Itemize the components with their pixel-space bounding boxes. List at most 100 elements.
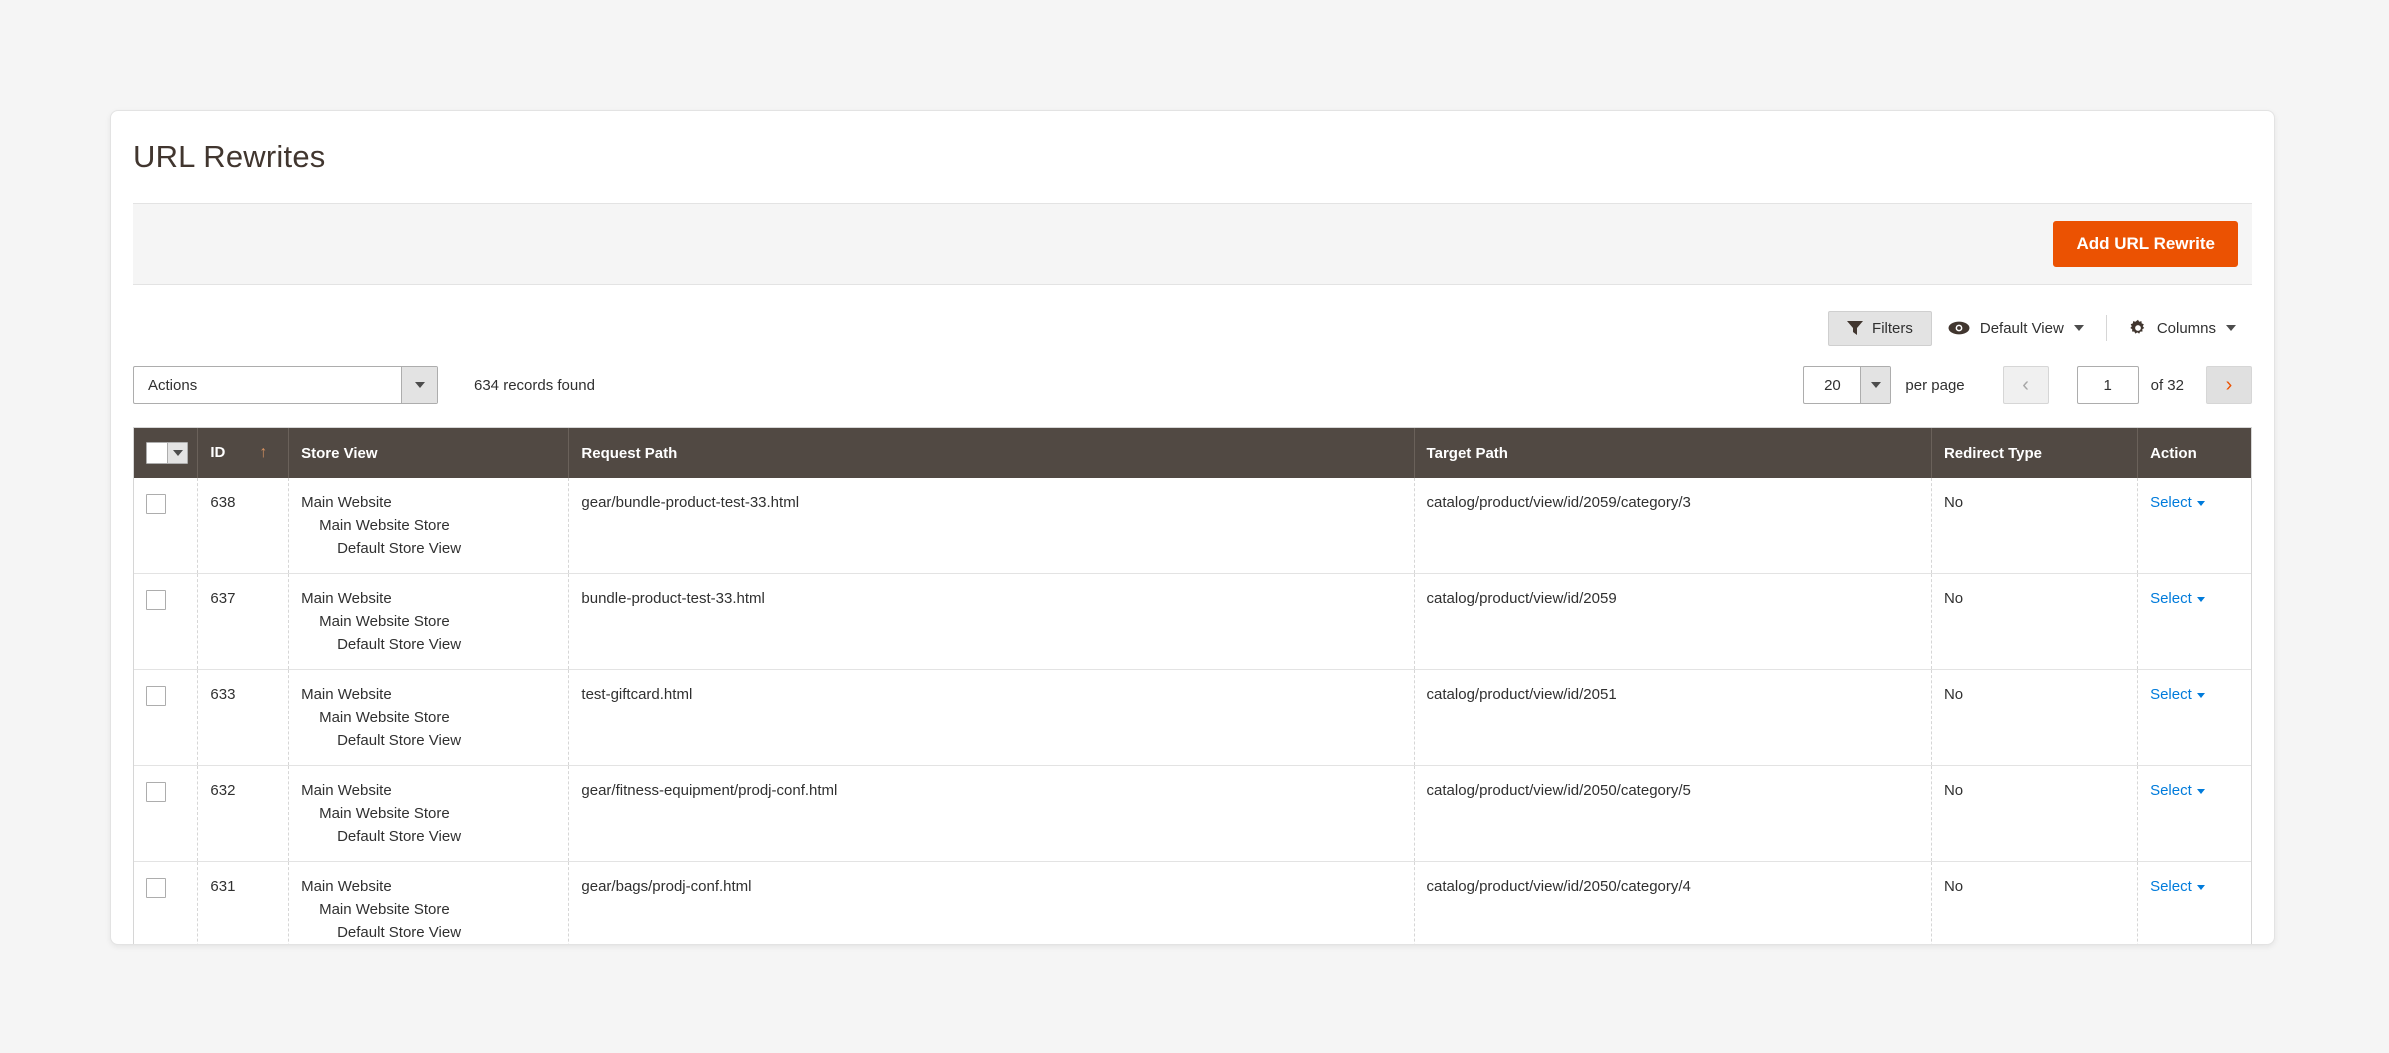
row-select-link[interactable]: Select: [2150, 782, 2205, 799]
chevron-down-icon: [2196, 692, 2205, 698]
row-select-link[interactable]: Select: [2150, 686, 2205, 703]
chevron-down-icon: [2226, 325, 2236, 331]
row-checkbox-cell[interactable]: [134, 478, 199, 574]
records-found-text: 634 records found: [474, 376, 595, 394]
columns-label: Columns: [2156, 319, 2216, 337]
cell-redirect-type: No: [1931, 861, 2139, 944]
cell-id: 631: [197, 861, 290, 944]
column-header-target-path[interactable]: Target Path: [1414, 428, 1932, 478]
column-header-request-path[interactable]: Request Path: [568, 428, 1415, 478]
chevron-down-icon: [2196, 788, 2205, 794]
row-checkbox-cell[interactable]: [134, 861, 199, 944]
row-checkbox[interactable]: [146, 782, 166, 802]
chevron-down-icon: [2196, 500, 2205, 506]
row-select-link[interactable]: Select: [2150, 494, 2205, 511]
row-checkbox[interactable]: [146, 686, 166, 706]
cell-action[interactable]: Select: [2138, 862, 2251, 945]
cell-target-path: catalog/product/view/id/2059/category/3: [1414, 478, 1932, 574]
column-header-id[interactable]: ID ↑: [197, 428, 290, 478]
row-select-label: Select: [2150, 782, 2192, 799]
column-header-store-view[interactable]: Store View: [288, 428, 570, 478]
store-website: Main Website: [301, 686, 392, 703]
grid-toolbar: Filters Default View Columns: [133, 310, 2252, 346]
select-all-dropdown-arrow[interactable]: [167, 443, 187, 463]
cell-store-view: Main Website Main Website Store Default St…: [288, 861, 570, 944]
store-view-name: Default Store View: [337, 540, 462, 557]
row-checkbox[interactable]: [146, 494, 166, 514]
cell-action[interactable]: Select: [2138, 766, 2251, 862]
per-page-dropdown[interactable]: 20: [1803, 366, 1892, 404]
next-page-button[interactable]: ›: [2206, 366, 2252, 404]
select-all-control[interactable]: [146, 442, 188, 464]
url-rewrites-card: URL Rewrites Add URL Rewrite Filters Def…: [110, 110, 2275, 945]
cell-target-path: catalog/product/view/id/2051: [1414, 669, 1932, 766]
cell-request-path: gear/bags/prodj-conf.html: [568, 861, 1415, 944]
actions-dropdown-arrow[interactable]: [401, 367, 437, 403]
column-header-checkbox[interactable]: [134, 428, 199, 478]
default-view-dropdown[interactable]: Default View: [1932, 312, 2100, 345]
pagination-group: 20 per page ‹ of 32 ›: [1803, 366, 2252, 404]
cell-redirect-type: No: [1931, 478, 2139, 574]
chevron-down-icon: [2073, 325, 2084, 331]
cell-store-view: Main Website Main Website Store Default St…: [288, 765, 570, 862]
store-website: Main Website: [301, 494, 392, 511]
table-row[interactable]: 637 Main Website Main Website Store Default…: [134, 573, 2251, 670]
total-pages-label: of 32: [2150, 376, 2184, 394]
cell-store-view: Main Website Main Website Store Default St…: [288, 478, 570, 574]
funnel-icon: [1847, 321, 1864, 335]
cell-id: 637: [197, 573, 290, 670]
cell-id: 638: [197, 478, 290, 574]
row-checkbox[interactable]: [146, 590, 166, 610]
actions-dropdown[interactable]: Actions: [133, 366, 438, 404]
pager: ‹ of 32 ›: [2002, 366, 2252, 404]
per-page-dropdown-arrow[interactable]: [1860, 367, 1891, 403]
cell-action[interactable]: Select: [2138, 574, 2251, 670]
column-header-id-label: ID: [210, 444, 226, 461]
column-header-redirect-type[interactable]: Redirect Type: [1931, 428, 2139, 478]
sort-ascending-icon: ↑: [259, 444, 268, 461]
gear-icon: [2129, 319, 2147, 337]
store-website: Main Website: [301, 878, 392, 895]
store-website: Main Website: [301, 590, 392, 607]
previous-page-button[interactable]: ‹: [2002, 366, 2049, 404]
cell-redirect-type: No: [1931, 669, 2139, 766]
filters-button[interactable]: Filters: [1828, 310, 1932, 346]
cell-action[interactable]: Select: [2138, 478, 2251, 574]
toolbar-divider: [2105, 315, 2107, 341]
table-row[interactable]: 633 Main Website Main Website Store Default…: [134, 669, 2251, 766]
cell-target-path: catalog/product/view/id/2050/category/5: [1414, 765, 1932, 862]
select-all-checkbox[interactable]: [147, 443, 167, 463]
row-checkbox-cell[interactable]: [134, 573, 199, 670]
chevron-right-icon: ›: [2225, 374, 2233, 396]
table-row[interactable]: 638 Main Website Main Website Store Default…: [134, 478, 2251, 574]
row-select-label: Select: [2150, 590, 2192, 607]
chevron-down-icon: [1870, 382, 1881, 388]
columns-dropdown[interactable]: Columns: [2113, 311, 2252, 345]
cell-id: 632: [197, 765, 290, 862]
row-select-label: Select: [2150, 494, 2192, 511]
store-group: Main Website Store: [319, 901, 450, 918]
per-page-label: per page: [1905, 376, 1965, 394]
cell-target-path: catalog/product/view/id/2050/category/4: [1414, 861, 1932, 944]
chevron-down-icon: [2196, 596, 2205, 602]
add-url-rewrite-button[interactable]: Add URL Rewrite: [2053, 220, 2238, 268]
column-header-action: Action: [2137, 428, 2251, 478]
cell-id: 633: [197, 669, 290, 766]
cell-request-path: gear/fitness-equipment/prodj-conf.html: [568, 765, 1415, 862]
store-website: Main Website: [301, 782, 392, 799]
table-row[interactable]: 632 Main Website Main Website Store Default…: [134, 765, 2251, 862]
table-row[interactable]: 631 Main Website Main Website Store Default…: [134, 861, 2251, 945]
row-select-link[interactable]: Select: [2150, 878, 2205, 895]
cell-action[interactable]: Select: [2138, 670, 2251, 766]
row-checkbox[interactable]: [146, 878, 166, 898]
cell-target-path: catalog/product/view/id/2059: [1414, 573, 1932, 670]
table-body: 638 Main Website Main Website Store Default…: [134, 478, 2251, 945]
row-checkbox-cell[interactable]: [134, 765, 199, 862]
row-select-link[interactable]: Select: [2150, 590, 2205, 607]
cell-request-path: gear/bundle-product-test-33.html: [568, 478, 1415, 574]
cell-redirect-type: No: [1931, 765, 2139, 862]
page-title: URL Rewrites: [133, 139, 326, 174]
page-actions-bar: Add URL Rewrite: [133, 203, 2252, 285]
page-number-input[interactable]: [2076, 366, 2139, 404]
row-checkbox-cell[interactable]: [134, 669, 199, 766]
